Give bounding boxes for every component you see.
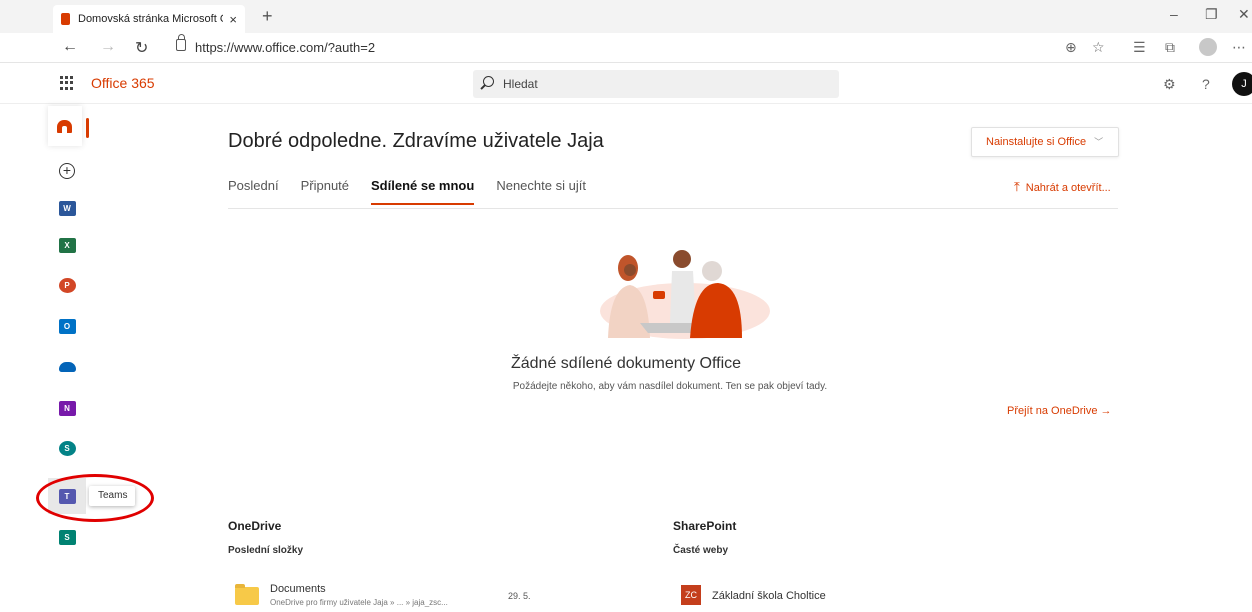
lock-icon: [176, 34, 186, 51]
chevron-down-icon: ﹀: [1094, 137, 1104, 147]
tab-title: Domovská stránka Microsoft Offi: [78, 13, 224, 25]
active-indicator: [86, 118, 89, 138]
app-launcher-icon[interactable]: [60, 76, 74, 90]
red-circle-annotation: [36, 474, 154, 522]
rail-item-word[interactable]: W: [56, 197, 78, 219]
plus-icon: +: [59, 163, 75, 179]
install-office-label: Nainstalujte si Office: [986, 136, 1087, 148]
office-favicon-icon: [61, 13, 70, 25]
recent-folders-label: Poslední složky: [228, 545, 304, 556]
rail-item-create[interactable]: +: [56, 160, 78, 182]
office-header: Office 365 Hledat ⚙ ? J: [0, 64, 1252, 104]
search-placeholder: Hledat: [503, 77, 538, 91]
tabs-divider: [228, 208, 1118, 209]
browser-tab-bar: Domovská stránka Microsoft Offi × + – ❐ …: [0, 0, 1252, 33]
folder-date: 29. 5.: [508, 591, 531, 601]
new-tab-button[interactable]: +: [262, 6, 273, 27]
outlook-icon: O: [58, 318, 76, 334]
sharepoint-section-title: SharePoint: [673, 519, 737, 533]
folder-path: OneDrive pro firmy uživatele Jaja » ... …: [270, 598, 448, 607]
search-icon: [483, 76, 494, 87]
powerpoint-icon: P: [58, 277, 76, 293]
go-to-onedrive-link[interactable]: Přejít na OneDrive →: [1007, 405, 1112, 417]
favorites-list-icon[interactable]: ☰: [1133, 39, 1146, 56]
rail-item-powerpoint[interactable]: P: [56, 274, 78, 296]
favorite-star-icon[interactable]: ☆: [1092, 39, 1105, 56]
tab-shared[interactable]: Sdílené se mnou: [371, 178, 475, 205]
address-bar-row: ← → ↻ https://www.office.com/?auth=2 ⊕ ☆…: [0, 33, 1252, 63]
browser-tab[interactable]: Domovská stránka Microsoft Offi ×: [53, 5, 245, 33]
upload-arrow-icon: ⤒: [1014, 179, 1020, 194]
more-menu-icon[interactable]: ⋯: [1232, 39, 1246, 56]
close-window-button[interactable]: ✕: [1238, 6, 1250, 23]
site-name[interactable]: Základní škola Choltice: [712, 590, 826, 602]
excel-icon: X: [58, 237, 76, 253]
folder-name[interactable]: Documents: [270, 583, 326, 595]
back-arrow-icon[interactable]: ←: [62, 38, 78, 56]
tab-pinned[interactable]: Připnuté: [301, 178, 349, 205]
page-title: Dobré odpoledne. Zdravíme uživatele Jaja: [228, 130, 604, 152]
help-icon[interactable]: ?: [1202, 76, 1210, 92]
rail-item-sharepoint[interactable]: S: [56, 437, 78, 459]
rail-item-excel[interactable]: X: [56, 234, 78, 256]
profile-avatar[interactable]: [1199, 38, 1217, 56]
word-icon: W: [58, 200, 76, 216]
onedrive-section-title: OneDrive: [228, 519, 282, 533]
frequent-sites-label: Časté weby: [673, 545, 729, 556]
rail-item-outlook[interactable]: O: [56, 315, 78, 337]
tab-discover[interactable]: Nenechte si ujít: [496, 178, 586, 205]
empty-state-title: Žádné sdílené dokumenty Office: [510, 355, 742, 372]
onenote-icon: N: [58, 400, 76, 416]
upload-open-link[interactable]: ⤒ Nahrát a otevřít...: [1014, 179, 1111, 195]
user-avatar[interactable]: J: [1232, 72, 1252, 96]
install-office-button[interactable]: Nainstalujte si Office ﹀: [971, 127, 1119, 157]
sharepoint-icon: S: [58, 440, 76, 456]
restore-button[interactable]: ❐: [1205, 6, 1218, 23]
empty-state-illustration: [600, 250, 770, 339]
empty-state-subtitle: Požádejte někoho, aby vám nasdílel dokum…: [512, 381, 828, 392]
minimize-button[interactable]: –: [1170, 6, 1178, 22]
add-icon[interactable]: ⊕: [1065, 39, 1077, 56]
brand-title[interactable]: Office 365: [91, 75, 155, 91]
tab-close-icon[interactable]: ×: [229, 12, 237, 27]
forward-arrow-icon[interactable]: →: [100, 38, 116, 56]
tab-recent[interactable]: Poslední: [228, 178, 279, 205]
document-tabs: Poslední Připnuté Sdílené se mnou Nenech…: [228, 178, 586, 205]
refresh-icon[interactable]: ↻: [135, 38, 148, 58]
site-avatar: ZC: [681, 585, 701, 605]
upload-label: Nahrát a otevřít...: [1025, 182, 1111, 194]
home-icon: [57, 120, 72, 133]
url-field[interactable]: https://www.office.com/?auth=2: [195, 40, 375, 55]
rail-item-home[interactable]: [48, 106, 82, 146]
folder-icon: [235, 584, 259, 605]
rail-item-sway[interactable]: S: [56, 526, 78, 548]
collections-icon[interactable]: ⧉: [1165, 39, 1175, 56]
gear-icon[interactable]: ⚙: [1163, 76, 1176, 93]
search-box[interactable]: Hledat: [473, 70, 839, 98]
rail-item-onenote[interactable]: N: [56, 397, 78, 419]
sway-icon: S: [58, 529, 76, 545]
